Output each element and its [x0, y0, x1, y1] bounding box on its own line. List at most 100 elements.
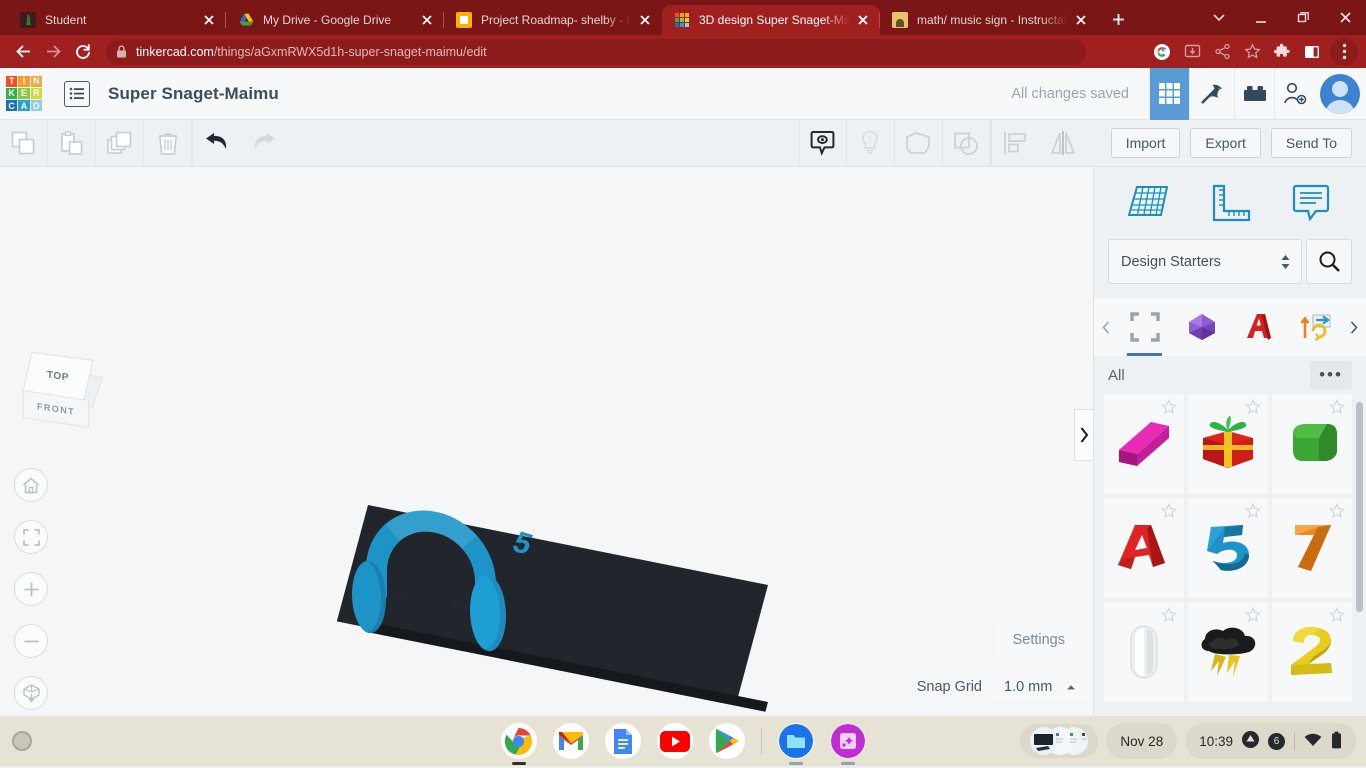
ruler-icon[interactable] [1206, 179, 1254, 227]
workplane-icon[interactable] [1125, 179, 1173, 227]
import-button[interactable]: Import [1111, 128, 1181, 158]
bookmark-star-icon[interactable] [1238, 38, 1266, 66]
shape-tile-number-7[interactable] [1272, 498, 1352, 598]
install-app-icon[interactable] [1178, 38, 1206, 66]
group-icon[interactable] [895, 120, 943, 167]
close-icon[interactable] [636, 11, 654, 29]
star-outline-icon[interactable] [1329, 607, 1345, 628]
lego-brick-icon[interactable] [1234, 68, 1274, 120]
back-arrow-icon[interactable] [8, 37, 38, 67]
collapse-panel-button[interactable] [1074, 409, 1093, 461]
shape-tile-green-cube[interactable] [1272, 394, 1352, 494]
panel-scrollbar[interactable] [1356, 402, 1363, 612]
gallery-app[interactable] [830, 723, 866, 759]
shape-tile-white-capsule[interactable] [1104, 602, 1184, 702]
lightbulb-icon[interactable] [847, 120, 895, 167]
text-and-numbers-category[interactable] [1230, 298, 1287, 356]
extensions-icon[interactable] [1268, 38, 1296, 66]
google-account-icon[interactable] [1148, 38, 1176, 66]
more-menu-button[interactable]: ••• [1310, 361, 1352, 389]
browser-tab[interactable]: Project Roadmap- shelby - Goo [444, 5, 662, 35]
sidepanel-icon[interactable] [1298, 38, 1326, 66]
play-store-app[interactable] [709, 723, 745, 759]
note-callout-icon[interactable] [799, 120, 847, 167]
share-icon[interactable] [1208, 38, 1236, 66]
blocks-grid-icon[interactable] [1149, 68, 1189, 120]
close-icon[interactable] [1072, 11, 1090, 29]
files-app[interactable] [778, 723, 814, 759]
star-outline-icon[interactable] [1161, 503, 1177, 524]
browser-tab[interactable]: My Drive - Google Drive [226, 5, 444, 35]
star-outline-icon[interactable] [1245, 399, 1261, 420]
close-icon[interactable] [854, 11, 872, 29]
page-title[interactable]: Super Snaget-Maimu [108, 84, 279, 104]
model-3d[interactable]: 5 [346, 505, 786, 650]
shape-tile-number-2[interactable] [1272, 602, 1352, 702]
send-to-button[interactable]: Send To [1271, 128, 1352, 158]
star-outline-icon[interactable] [1329, 399, 1345, 420]
polyhedron-category[interactable] [1173, 298, 1230, 356]
minimize-button[interactable] [1240, 0, 1282, 35]
home-view-icon[interactable] [14, 468, 48, 502]
star-outline-icon[interactable] [1161, 607, 1177, 628]
date-pill[interactable]: Nov 28 [1106, 723, 1177, 759]
address-bar[interactable]: tinkercad.com/things/aGxmRWX5d1h-super-s… [106, 39, 1086, 65]
shape-tile-storm-cloud[interactable] [1188, 602, 1268, 702]
basic-shapes-category[interactable] [1116, 298, 1173, 356]
delete-icon[interactable] [144, 120, 192, 167]
star-outline-icon[interactable] [1245, 607, 1261, 628]
filter-label[interactable]: All [1108, 367, 1125, 384]
copy-icon[interactable] [0, 120, 48, 167]
restore-button[interactable] [1282, 0, 1324, 35]
add-collaborator-icon[interactable] [1274, 68, 1314, 120]
snap-grid-select[interactable]: 1.0 mm [992, 674, 1087, 700]
fit-to-view-icon[interactable] [14, 520, 48, 554]
new-tab-button[interactable] [1104, 5, 1132, 33]
reload-icon[interactable] [68, 37, 98, 67]
library-select[interactable]: Design Starters [1108, 239, 1302, 284]
align-icon[interactable] [991, 120, 1039, 167]
zoom-out-icon[interactable] [14, 624, 48, 658]
launcher-button[interactable] [12, 731, 32, 751]
note-icon[interactable] [1287, 179, 1335, 227]
forward-arrow-icon[interactable] [38, 37, 68, 67]
ungroup-icon[interactable] [943, 120, 991, 167]
duplicate-icon[interactable] [96, 120, 144, 167]
paste-icon[interactable] [48, 120, 96, 167]
star-outline-icon[interactable] [1245, 503, 1261, 524]
youtube-app[interactable] [657, 723, 693, 759]
view-cube[interactable]: TOP FRONT [23, 355, 103, 437]
undo-icon[interactable] [192, 120, 240, 167]
redo-icon[interactable] [240, 120, 288, 167]
chrome-app[interactable] [501, 723, 537, 759]
avatar[interactable] [1320, 74, 1360, 114]
chrome-menu-icon[interactable] [1330, 38, 1358, 66]
google-docs-app[interactable] [605, 723, 641, 759]
viewport-settings-button[interactable]: Settings [999, 626, 1079, 654]
export-button[interactable]: Export [1190, 128, 1260, 158]
gmail-app[interactable] [553, 723, 589, 759]
shape-tile-number-5[interactable] [1188, 498, 1268, 598]
minecraft-pickaxe-icon[interactable] [1189, 68, 1234, 120]
shape-tile-letter-a[interactable] [1104, 498, 1184, 598]
window-preview-thumbnail[interactable] [1020, 724, 1098, 758]
star-outline-icon[interactable] [1161, 399, 1177, 420]
chevron-left-icon[interactable] [1096, 298, 1116, 356]
status-pill[interactable]: 10:39 6 [1185, 723, 1356, 759]
canvas-viewport[interactable]: 5 TOP FRONT [0, 167, 1093, 716]
close-icon[interactable] [200, 11, 218, 29]
shape-tile-gift-box[interactable] [1188, 394, 1268, 494]
tinkercad-logo[interactable]: T I N K E R C A D [6, 76, 42, 112]
chevron-down-icon[interactable] [1198, 0, 1240, 35]
browser-tab-active[interactable]: 3D design Super Snaget-Maimu [662, 5, 880, 35]
browser-tab[interactable]: math/ music sign - Instructabl [880, 5, 1098, 35]
mirror-icon[interactable] [1039, 120, 1087, 167]
browser-tab[interactable]: Student [8, 5, 226, 35]
close-window-button[interactable] [1324, 0, 1366, 35]
close-icon[interactable] [418, 11, 436, 29]
shape-tile-magenta-box[interactable] [1104, 394, 1184, 494]
perspective-toggle-icon[interactable] [14, 676, 48, 710]
chevron-right-icon[interactable] [1344, 298, 1364, 356]
zoom-in-icon[interactable] [14, 572, 48, 606]
list-panel-icon[interactable] [64, 81, 90, 107]
